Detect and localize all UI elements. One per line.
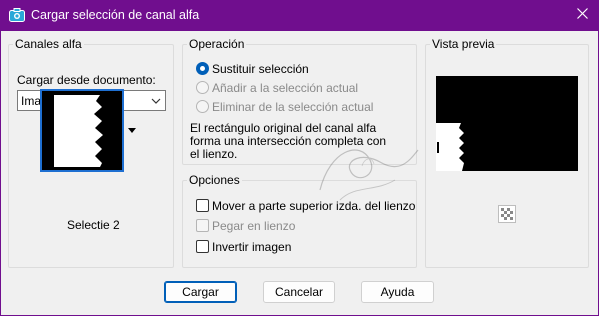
channel-thumbnail[interactable] (40, 89, 124, 172)
load-from-label: Cargar desde documento: (17, 73, 156, 87)
preview-canvas (436, 76, 578, 171)
checkbox-mover[interactable] (196, 199, 209, 212)
dialog-window: Cargar selección de canal alfa Canales a… (0, 0, 599, 316)
cancel-button[interactable]: Cancelar (263, 281, 335, 303)
title-bar[interactable]: Cargar selección de canal alfa (0, 0, 599, 31)
close-button[interactable] (570, 5, 594, 25)
radio-eliminar[interactable] (196, 100, 209, 113)
operation-description-line-3: el lienzo. (190, 147, 238, 161)
chevron-down-icon (151, 95, 161, 105)
checkbox-invertir[interactable] (196, 240, 209, 253)
checker-zoom-icon[interactable] (498, 205, 516, 223)
radio-label-anadir[interactable]: Añadir a la selección actual (212, 81, 358, 95)
load-button[interactable]: Cargar (164, 281, 237, 303)
radio-label-sustituir[interactable]: Sustituir selección (212, 62, 309, 76)
radio-sustituir[interactable] (196, 62, 209, 75)
thumbnail-dropdown-arrow[interactable] (125, 89, 139, 172)
checkbox-pegar[interactable] (196, 219, 209, 232)
group-title-canales: Canales alfa (13, 37, 84, 51)
watermark-flourish (319, 149, 419, 201)
help-button[interactable]: Ayuda (361, 281, 434, 303)
group-title-vista-previa: Vista previa (430, 37, 497, 51)
checkbox-label-invertir[interactable]: Invertir imagen (212, 240, 291, 254)
group-title-opciones: Opciones (187, 173, 242, 187)
radio-label-eliminar[interactable]: Eliminar de la selección actual (212, 100, 373, 114)
thumbnail-caption: Selectie 2 (67, 218, 120, 232)
close-icon (576, 8, 588, 22)
radio-anadir[interactable] (196, 81, 209, 94)
window-title: Cargar selección de canal alfa (31, 8, 200, 22)
group-title-operacion: Operación (187, 37, 247, 51)
checkbox-label-pegar[interactable]: Pegar en lienzo (212, 219, 295, 233)
camera-icon (9, 8, 25, 22)
